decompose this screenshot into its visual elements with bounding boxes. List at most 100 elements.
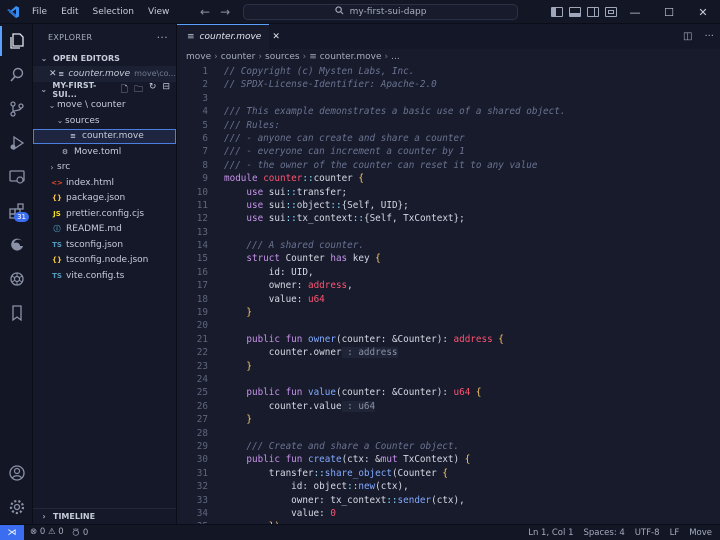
close-icon[interactable]: ✕: [272, 32, 280, 42]
tree-item-label: package.json: [66, 193, 126, 204]
file-item[interactable]: <> index.html: [33, 175, 176, 191]
search-icon: [334, 6, 344, 18]
split-editor-icon[interactable]: ◫: [683, 31, 692, 42]
toggle-secondary-sidebar-icon[interactable]: [587, 7, 599, 17]
source-control-icon[interactable]: [0, 94, 33, 124]
menu-item-selection[interactable]: Selection: [87, 0, 140, 24]
command-center[interactable]: my-first-sui-dapp: [243, 4, 518, 20]
file-icon: ≡: [58, 69, 65, 78]
file-item[interactable]: ⓘ README.md: [33, 222, 176, 238]
code-token: {: [498, 333, 504, 345]
search-icon[interactable]: [0, 60, 33, 90]
code-token: u64: [453, 387, 476, 399]
folder-item[interactable]: ⌄ sources: [33, 113, 176, 129]
forward-arrow-icon[interactable]: →: [220, 5, 230, 19]
toggle-primary-sidebar-icon[interactable]: [551, 7, 563, 17]
remote-explorer-icon[interactable]: [0, 162, 33, 192]
back-arrow-icon[interactable]: ←: [200, 5, 210, 19]
remote-indicator-icon[interactable]: ⋊: [0, 524, 24, 540]
collapse-all-icon[interactable]: ⊟: [162, 82, 170, 98]
code-token: value:: [224, 507, 331, 519]
new-file-icon[interactable]: 🗋: [121, 82, 128, 98]
more-actions-icon[interactable]: ···: [157, 31, 168, 44]
manage-gear-icon[interactable]: [0, 492, 33, 522]
indentation[interactable]: Spaces: 4: [583, 528, 624, 538]
tree-item-label: README.md: [66, 224, 122, 235]
menu-item-file[interactable]: File: [26, 0, 53, 24]
code-line: 21 public fun owner(counter: &Counter): …: [177, 333, 720, 346]
open-editor-path: move\co...: [134, 69, 176, 79]
line-number: 8: [202, 159, 208, 171]
ports-status[interactable]: ⛣ 0: [72, 527, 89, 539]
file-item[interactable]: {} package.json: [33, 191, 176, 207]
toggle-panel-icon[interactable]: [569, 7, 581, 17]
menu-item-view[interactable]: View: [142, 0, 175, 24]
openai-icon[interactable]: [0, 264, 33, 294]
folder-item[interactable]: › src: [33, 160, 176, 176]
code-editor[interactable]: 1 // Copyright (c) Mysten Labs, Inc. 2 // S…: [177, 65, 720, 524]
tree-item-label: Move.toml: [74, 146, 122, 157]
menu-item-edit[interactable]: Edit: [55, 0, 84, 24]
code-token: use: [246, 186, 269, 198]
breadcrumb-separator-icon: ›: [302, 52, 307, 62]
breadcrumb-item[interactable]: counter: [221, 52, 256, 62]
code-token: // SPDX-License-Identifier: Apache-2.0: [224, 79, 437, 91]
file-item[interactable]: TS vite.config.ts: [33, 268, 176, 284]
line-content: counter.value : u64: [208, 400, 376, 413]
code-line: 10 use sui::transfer;: [177, 186, 720, 199]
tree-item-label: tsconfig.node.json: [66, 255, 149, 266]
cursor-position[interactable]: Ln 1, Col 1: [528, 528, 573, 538]
code-token: sui: [268, 213, 286, 225]
minimize-icon[interactable]: —: [618, 0, 652, 24]
end-of-line[interactable]: LF: [670, 528, 680, 538]
more-actions-icon[interactable]: ···: [704, 31, 714, 42]
tab-counter-move[interactable]: ≡ counter.move ✕: [177, 24, 280, 49]
line-content: counter.owner : address: [208, 346, 398, 359]
line-number: 33: [196, 494, 208, 506]
file-icon: ≡: [187, 32, 195, 42]
refresh-icon[interactable]: ↻: [149, 82, 157, 98]
breadcrumb-item[interactable]: counter.move: [320, 52, 382, 62]
close-icon[interactable]: ✕: [686, 0, 720, 24]
account-icon[interactable]: [0, 458, 33, 488]
code-token: owner: [307, 333, 336, 345]
code-token: {: [442, 467, 448, 479]
run-debug-icon[interactable]: [0, 128, 33, 158]
close-icon[interactable]: ✕: [49, 69, 57, 79]
explorer-icon[interactable]: [0, 26, 33, 56]
workspace-folder-section[interactable]: ⌄ MY-FIRST-SUI... 🗋 🗀 ↻ ⊟: [33, 81, 176, 99]
code-token: ::: [285, 199, 297, 211]
breadcrumb-item[interactable]: ...: [391, 52, 400, 62]
edge-icon[interactable]: [0, 230, 33, 260]
bookmark-icon[interactable]: [0, 298, 33, 328]
file-item[interactable]: TS tsconfig.json: [33, 237, 176, 253]
breadcrumb-item[interactable]: sources: [265, 52, 300, 62]
timeline-label: TIMELINE: [53, 512, 96, 521]
code-token: use: [246, 199, 269, 211]
code-token: new: [358, 481, 376, 493]
open-editors-section[interactable]: ⌄ OPEN EDITORS: [33, 50, 176, 66]
file-item[interactable]: ≡ counter.move: [33, 128, 176, 144]
maximize-icon[interactable]: ☐: [652, 0, 686, 24]
file-item[interactable]: {} tsconfig.node.json: [33, 253, 176, 269]
folder-item[interactable]: ⌄ move \ counter: [33, 98, 176, 114]
encoding[interactable]: UTF-8: [635, 528, 660, 538]
activity-bar: 31: [0, 24, 33, 524]
line-content: public fun create(ctx: &mut TxContext) {: [208, 453, 470, 466]
breadcrumb-item[interactable]: move: [186, 52, 211, 62]
open-editor-item[interactable]: ✕ ≡ counter.move move\co...: [33, 66, 176, 82]
customize-layout-icon[interactable]: [605, 7, 617, 17]
language-mode[interactable]: Move: [689, 528, 712, 538]
line-number: 1: [202, 66, 208, 77]
extensions-icon[interactable]: 31: [0, 196, 33, 226]
problems-status[interactable]: ⊗ 0 ⚠ 0: [30, 527, 64, 539]
chevron-down-icon: ⌄: [56, 116, 64, 126]
timeline-section[interactable]: › TIMELINE: [33, 508, 176, 524]
new-folder-icon[interactable]: 🗀: [134, 82, 143, 98]
ports-icon: ⛣: [71, 527, 81, 538]
file-item[interactable]: JS prettier.config.cjs: [33, 206, 176, 222]
file-item[interactable]: ⚙ Move.toml: [33, 144, 176, 160]
code-token: (ctx: &: [341, 454, 381, 466]
